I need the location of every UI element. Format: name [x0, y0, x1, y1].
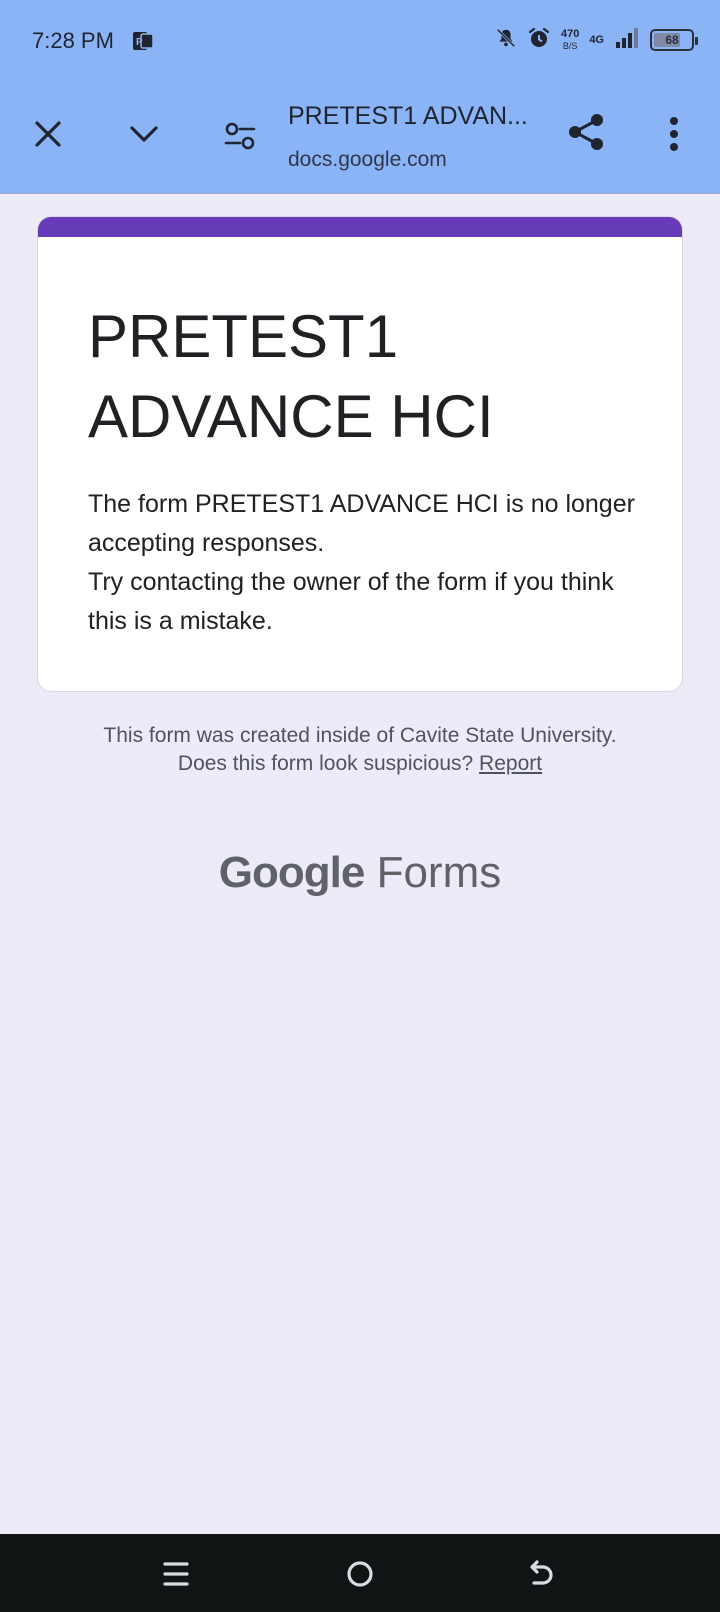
browser-toolbar: PRETEST1 ADVAN... docs.google.com	[0, 84, 720, 194]
brand-forms: Forms	[376, 848, 502, 897]
suspicious-prompt: Does this form look suspicious?	[177, 752, 474, 775]
network-speed: 470 B/S	[560, 28, 580, 51]
svg-text:P: P	[136, 37, 143, 48]
message-line-contact: Try contacting the owner of the form if …	[88, 568, 614, 635]
form-title: PRETEST1 ADVANCE HCI	[88, 303, 494, 450]
report-link[interactable]: Report	[479, 752, 542, 775]
network-type: 4G	[589, 34, 604, 46]
alarm-icon	[527, 26, 551, 55]
close-icon[interactable]	[28, 114, 68, 154]
chevron-down-icon[interactable]	[124, 114, 164, 154]
form-closed-card: PRETEST1 ADVANCE HCI The form PRETEST1 A…	[37, 216, 683, 692]
system-nav-bar	[0, 1534, 720, 1612]
battery-level: 68	[665, 33, 679, 47]
site-settings-icon[interactable]	[220, 116, 260, 156]
suspicious-line: Does this form look suspicious? Report	[60, 750, 660, 778]
status-bar: 7:28 PM P 470 B/S 4G 68	[0, 0, 720, 84]
status-time: 7:28 PM	[32, 28, 114, 53]
more-vert-icon[interactable]	[654, 114, 694, 154]
home-icon[interactable]	[338, 1552, 382, 1596]
brand-google: Google	[218, 848, 366, 897]
page-url: docs.google.com	[288, 148, 447, 171]
google-forms-logo[interactable]: Google Forms	[0, 848, 720, 898]
status-indicators: 470 B/S 4G 68	[495, 24, 698, 56]
back-icon[interactable]	[518, 1552, 562, 1596]
signal-icon	[614, 27, 640, 53]
message-line-closed: The form PRETEST1 ADVANCE HCI is no long…	[88, 490, 635, 557]
recent-apps-icon[interactable]	[154, 1552, 198, 1596]
app-notification-icon: P	[132, 30, 154, 52]
created-inside-text: This form was created inside of Cavite S…	[103, 724, 617, 747]
bell-off-icon	[495, 27, 517, 54]
footer-note: This form was created inside of Cavite S…	[60, 722, 660, 778]
share-icon[interactable]	[566, 112, 606, 152]
battery-icon: 68	[650, 29, 698, 51]
form-closed-message: The form PRETEST1 ADVANCE HCI is no long…	[88, 485, 658, 641]
page-title: PRETEST1 ADVAN...	[288, 102, 528, 130]
card-accent-bar	[38, 217, 682, 237]
